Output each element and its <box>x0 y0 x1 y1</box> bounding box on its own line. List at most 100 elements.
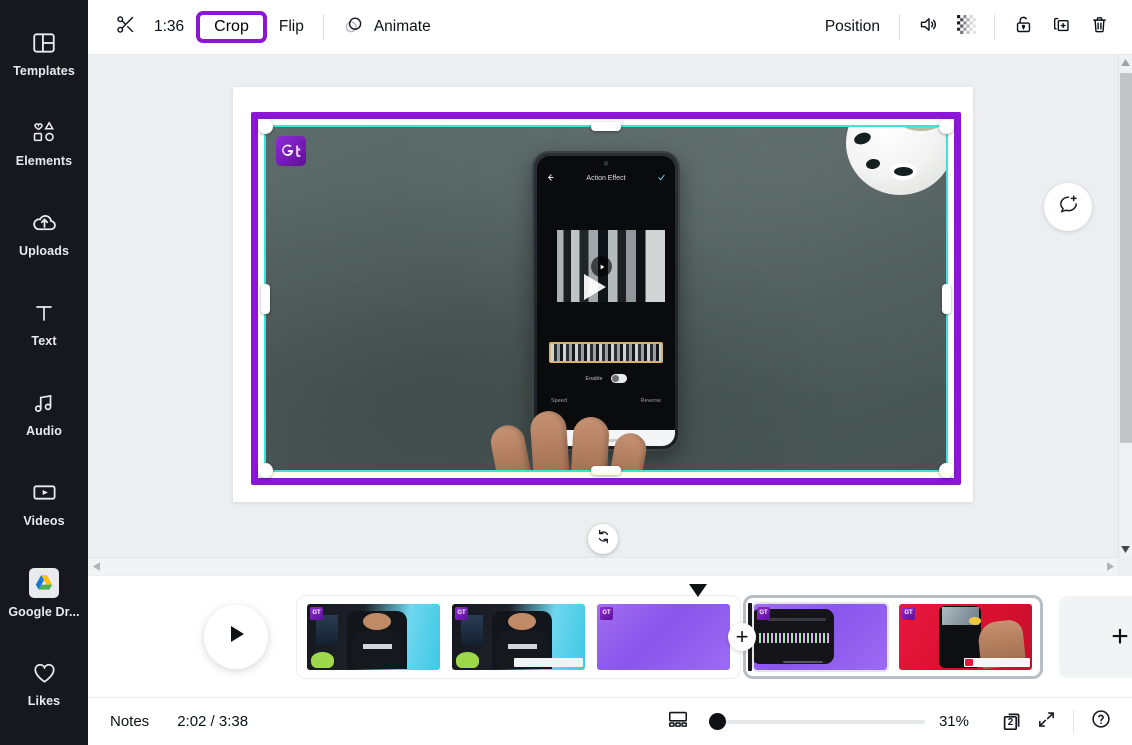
zoom-slider-track[interactable] <box>708 719 925 724</box>
trash-icon <box>1089 14 1110 40</box>
rotate-handle[interactable] <box>588 524 618 554</box>
status-bar: Notes 2:02 / 3:38 31% 2 <box>88 697 1132 745</box>
watermark-badge: GT <box>600 606 613 620</box>
watermark-badge: GT <box>455 606 468 620</box>
table-row[interactable]: GT <box>899 603 1032 670</box>
video-element[interactable]: Action Effect Enable Speed Reverse <box>266 127 946 470</box>
audio-icon <box>30 389 58 417</box>
sidebar-label-uploads: Uploads <box>18 243 69 258</box>
hand-object <box>484 401 674 470</box>
crop-button[interactable]: Crop <box>196 10 267 44</box>
sidebar-label-templates: Templates <box>13 63 75 78</box>
duplicate-button[interactable] <box>1042 8 1080 46</box>
add-comment-button[interactable] <box>1044 183 1092 231</box>
scroll-down-arrow[interactable] <box>1119 542 1132 557</box>
selection-box[interactable]: Action Effect Enable Speed Reverse <box>258 119 954 478</box>
table-row[interactable]: GT <box>597 603 730 670</box>
watermark-badge: GT <box>310 606 323 620</box>
scroll-up-arrow[interactable] <box>1119 55 1132 70</box>
vertical-scroll-track[interactable] <box>1119 70 1132 542</box>
phone-screen-title: Action Effect <box>586 174 626 182</box>
sidebar-label-likes: Likes <box>27 693 61 708</box>
main-area: 1:36 Crop Flip Animate Position Action E… <box>88 0 1132 745</box>
sidebar-label-text: Text <box>31 333 57 348</box>
resize-handle-right[interactable] <box>942 283 951 314</box>
expand-icon <box>1036 709 1057 735</box>
clip-group-selected[interactable]: GT GT <box>743 594 1043 679</box>
resize-handle-bottom-right[interactable] <box>939 463 954 478</box>
pages-icon: 2 <box>1000 710 1024 734</box>
zoom-slider-knob[interactable] <box>708 713 726 730</box>
animate-button[interactable]: Animate <box>333 8 441 47</box>
canvas-horizontal-scrollbar[interactable] <box>88 557 1118 575</box>
transparency-checker-icon <box>956 14 977 40</box>
add-page-label: + <box>1111 619 1129 653</box>
table-row[interactable]: GT <box>307 603 440 670</box>
watermark-logo <box>276 136 306 166</box>
canvas-vertical-scrollbar[interactable] <box>1118 55 1132 557</box>
heart-icon <box>30 659 58 687</box>
zoom-slider[interactable] <box>708 712 925 732</box>
resize-handle-left[interactable] <box>261 283 270 314</box>
sidebar-item-audio[interactable]: Audio <box>0 368 88 458</box>
scroll-left-arrow[interactable] <box>88 558 104 576</box>
text-icon <box>30 299 58 327</box>
rotate-icon <box>595 528 612 550</box>
position-label: Position <box>824 18 880 35</box>
sidebar-item-likes[interactable]: Likes <box>0 638 88 728</box>
scroll-right-arrow[interactable] <box>1102 558 1118 576</box>
elements-icon <box>30 119 58 147</box>
lock-button[interactable] <box>1004 8 1042 46</box>
playhead-marker[interactable] <box>689 584 707 597</box>
sidebar-item-google-drive[interactable]: Google Dr... <box>0 548 88 638</box>
sidebar-item-elements[interactable]: Elements <box>0 98 88 188</box>
sidebar-item-templates[interactable]: Templates <box>0 8 88 98</box>
time-display-label: 2:02 / 3:38 <box>177 713 249 730</box>
crop-frame[interactable]: Action Effect Enable Speed Reverse <box>251 112 961 485</box>
timeline-bar: GT GT GT + GT GT + <box>88 575 1132 697</box>
notes-button[interactable]: Notes <box>110 713 149 730</box>
uploads-icon <box>30 209 58 237</box>
clip-group-unselected[interactable]: GT GT GT <box>296 594 741 679</box>
help-button[interactable] <box>1084 705 1118 739</box>
transparency-button[interactable] <box>947 8 985 46</box>
vertical-scroll-thumb[interactable] <box>1119 73 1132 443</box>
lock-icon <box>1013 14 1034 40</box>
resize-handle-top[interactable] <box>591 122 621 131</box>
flip-button[interactable]: Flip <box>269 12 314 42</box>
page-canvas[interactable]: Action Effect Enable Speed Reverse <box>233 87 973 554</box>
table-row[interactable]: GT <box>452 603 585 670</box>
sidebar-item-text[interactable]: Text <box>0 278 88 368</box>
sidebar-label-videos: Videos <box>23 513 65 528</box>
resize-handle-top-left[interactable] <box>258 119 273 134</box>
horizontal-scroll-track[interactable] <box>104 558 1102 576</box>
sidebar-item-videos[interactable]: Videos <box>0 458 88 548</box>
sidebar-label-elements: Elements <box>15 153 73 168</box>
templates-icon <box>30 29 58 57</box>
animate-rings-icon <box>343 14 365 41</box>
table-row[interactable]: GT <box>752 601 889 672</box>
toolbar-divider-3 <box>994 14 995 40</box>
flip-label: Flip <box>278 18 304 35</box>
resize-handle-top-right[interactable] <box>939 119 954 134</box>
timeline-view-button[interactable] <box>661 705 695 739</box>
fullscreen-button[interactable] <box>1029 705 1063 739</box>
scissors-button[interactable] <box>106 8 144 46</box>
add-page-button[interactable]: + <box>1059 595 1132 678</box>
resize-handle-bottom-left[interactable] <box>258 463 273 478</box>
position-button[interactable]: Position <box>815 12 890 42</box>
statusbar-divider <box>1073 709 1074 734</box>
zoom-level[interactable]: 31% <box>939 713 969 730</box>
play-button[interactable] <box>204 604 268 669</box>
toolbar-divider-1 <box>322 14 324 40</box>
left-sidebar: Templates Elements Uploads Text Audio Vi… <box>0 0 88 745</box>
add-clip-between-button[interactable]: + <box>728 622 756 651</box>
check-icon <box>657 173 666 184</box>
delete-button[interactable] <box>1080 8 1118 46</box>
video-editor-app: Templates Elements Uploads Text Audio Vi… <box>0 0 1132 745</box>
volume-button[interactable] <box>909 8 947 46</box>
resize-handle-bottom[interactable] <box>591 466 621 475</box>
clip-duration[interactable]: 1:36 <box>144 12 194 42</box>
pages-button[interactable]: 2 <box>995 705 1029 739</box>
sidebar-item-uploads[interactable]: Uploads <box>0 188 88 278</box>
